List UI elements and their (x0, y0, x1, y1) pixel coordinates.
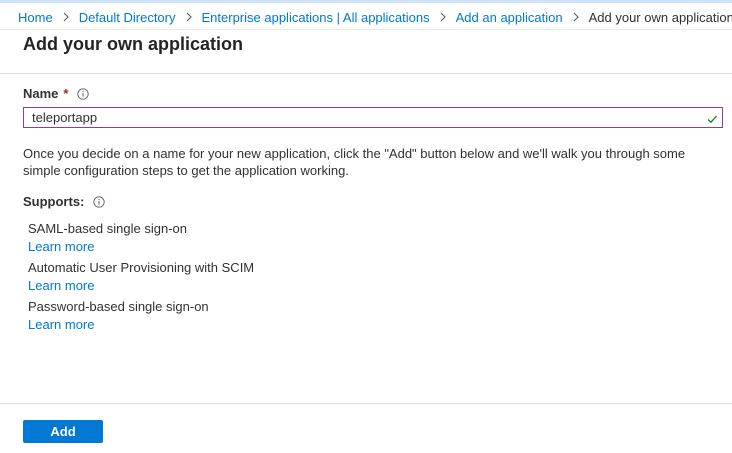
page-title: Add your own application (23, 34, 243, 54)
breadcrumb-default-directory[interactable]: Default Directory (79, 10, 176, 25)
name-input[interactable] (24, 108, 722, 127)
chevron-right-icon (59, 10, 73, 24)
learn-more-link[interactable]: Learn more (28, 239, 94, 254)
breadcrumb-current: Add your own application (588, 9, 732, 25)
header-divider (0, 29, 732, 30)
support-item-scim: Automatic User Provisioning with SCIM Le… (28, 260, 254, 299)
supports-label-text: Supports: (23, 194, 85, 209)
chevron-right-icon (436, 10, 450, 24)
support-item-password-sso: Password-based single sign-on Learn more (28, 299, 254, 338)
info-icon[interactable] (93, 195, 106, 208)
support-item-saml: SAML-based single sign-on Learn more (28, 221, 254, 260)
breadcrumb-add-an-application[interactable]: Add an application (456, 10, 563, 25)
name-label-text: Name (23, 86, 59, 101)
instructions-text: Once you decide on a name for your new a… (23, 146, 686, 178)
breadcrumb-enterprise-applications[interactable]: Enterprise applications | All applicatio… (202, 10, 430, 25)
name-field-label: Name * (23, 86, 90, 101)
supports-label: Supports: (23, 194, 106, 209)
supports-list: SAML-based single sign-on Learn more Aut… (28, 221, 254, 338)
breadcrumb-home[interactable]: Home (18, 10, 53, 25)
chevron-right-icon (182, 10, 196, 24)
support-item-title: Password-based single sign-on (28, 299, 209, 314)
required-marker: * (63, 86, 69, 101)
checkmark-icon (706, 112, 718, 124)
learn-more-link[interactable]: Learn more (28, 278, 94, 293)
support-item-title: Automatic User Provisioning with SCIM (28, 260, 255, 275)
support-item-title: SAML-based single sign-on (28, 221, 187, 236)
add-button[interactable]: Add (23, 420, 103, 443)
chevron-right-icon (569, 10, 583, 24)
breadcrumb: Home Default Directory Enterprise applic… (18, 8, 732, 26)
name-input-container (23, 107, 723, 128)
footer-divider (0, 403, 732, 404)
title-divider (0, 73, 732, 74)
info-icon[interactable] (77, 87, 90, 100)
top-accent-bar (0, 0, 732, 3)
learn-more-link[interactable]: Learn more (28, 317, 94, 332)
